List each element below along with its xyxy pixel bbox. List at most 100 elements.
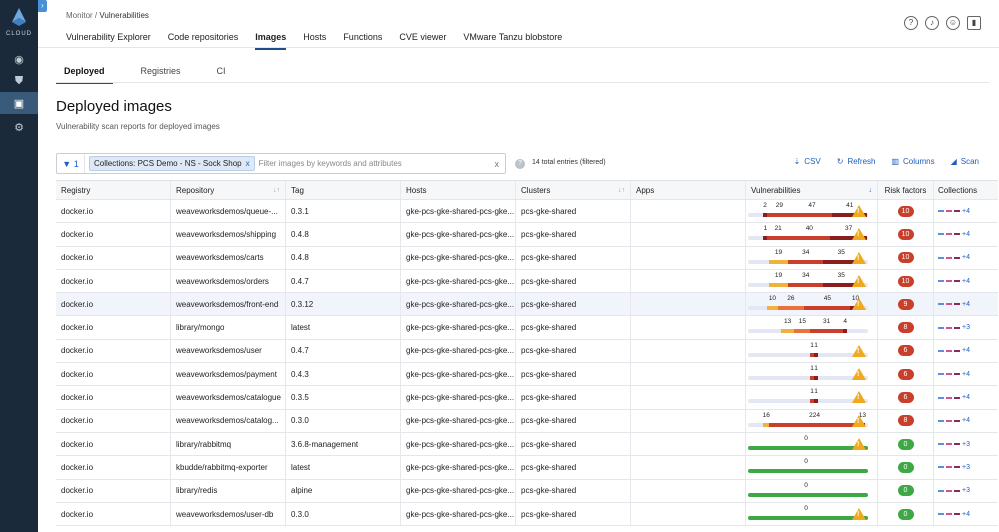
vulnerability-bar[interactable]: 11 (746, 363, 877, 385)
nav-radar[interactable]: ◉ (0, 48, 38, 70)
risk-badge[interactable]: 9 (897, 298, 914, 310)
collections-more[interactable]: +4 (962, 231, 970, 238)
risk-badge[interactable]: 0 (897, 508, 914, 520)
vulnerability-bar[interactable]: 10 26 45 10 (746, 293, 877, 315)
collections-indicator[interactable]: +3 (938, 441, 970, 448)
sort-icon[interactable]: ↓↑ (273, 187, 280, 194)
collections-more[interactable]: +3 (962, 487, 970, 494)
warning-icon[interactable] (852, 274, 866, 287)
columns-button[interactable]: ▥ Columns (891, 157, 934, 166)
table-row[interactable]: docker.io weaveworksdemos/orders 0.4.7 gke-… (56, 269, 998, 294)
help-icon[interactable]: ? (904, 16, 918, 30)
collections-indicator[interactable]: +4 (938, 254, 970, 261)
risk-badge[interactable]: 10 (897, 205, 914, 217)
risk-badge[interactable]: 0 (897, 461, 914, 473)
cell-repository[interactable]: weaveworksdemos/front-end (171, 293, 286, 316)
warning-icon[interactable] (852, 414, 866, 427)
bell-icon[interactable]: ♪ (925, 16, 939, 30)
logo[interactable]: CLOUD (0, 8, 38, 37)
vulnerability-bar[interactable]: 16 224 13 (746, 410, 877, 432)
breadcrumb-root[interactable]: Monitor (66, 11, 93, 20)
entries-help-icon[interactable]: ? (515, 159, 525, 169)
collections-more[interactable]: +4 (962, 208, 970, 215)
table-row[interactable]: docker.io weaveworksdemos/shipping 0.4.8 gk… (56, 223, 998, 247)
filter-chip-close-icon[interactable]: x (246, 159, 250, 168)
cell-repository[interactable]: weaveworksdemos/shipping (171, 223, 286, 246)
warning-icon[interactable] (852, 344, 866, 357)
cell-repository[interactable]: library/redis (171, 479, 286, 502)
col-repository[interactable]: Repository ↓↑ (171, 181, 286, 199)
vulnerability-bar[interactable]: 11 (746, 340, 877, 362)
warning-icon[interactable] (852, 205, 866, 217)
signal-icon[interactable]: ▮ (967, 16, 981, 30)
collections-more[interactable]: +3 (962, 441, 970, 448)
col-hosts[interactable]: Hosts (401, 181, 516, 199)
vulnerability-bar[interactable]: 11 (746, 386, 877, 408)
collections-more[interactable]: +4 (962, 254, 970, 261)
col-risk-factors[interactable]: Risk factors (878, 181, 934, 199)
collections-indicator[interactable]: +4 (938, 511, 970, 518)
risk-badge[interactable]: 10 (897, 275, 914, 287)
warning-icon[interactable] (852, 507, 866, 520)
filter-chip[interactable]: Collections: PCS Demo - NS - Sock Shop x (89, 156, 255, 171)
collections-more[interactable]: +4 (962, 301, 970, 308)
cell-repository[interactable]: weaveworksdemos/payment (171, 363, 286, 386)
table-row[interactable]: docker.io kbudde/rabbitmq-exporter latest g… (56, 456, 998, 480)
user-icon[interactable]: ☺ (946, 16, 960, 30)
filter-input[interactable]: Filter images by keywords and attributes (259, 159, 495, 168)
cell-repository[interactable]: weaveworksdemos/queue-... (171, 200, 286, 223)
vulnerability-bar[interactable]: 19 34 35 (746, 270, 877, 292)
collections-indicator[interactable]: +3 (938, 487, 970, 494)
collections-indicator[interactable]: +4 (938, 278, 970, 285)
sort-desc-icon[interactable]: ↓ (869, 187, 873, 194)
cell-repository[interactable]: weaveworksdemos/orders (171, 269, 286, 293)
table-row[interactable]: docker.io weaveworksdemos/catalogue 0.3.5 g… (56, 386, 998, 410)
risk-badge[interactable]: 0 (897, 485, 914, 497)
col-apps[interactable]: Apps (631, 181, 746, 199)
refresh-button[interactable]: ↻ Refresh (837, 157, 876, 166)
cell-repository[interactable]: kbudde/rabbitmq-exporter (171, 456, 286, 479)
warning-icon[interactable] (852, 251, 866, 264)
collections-more[interactable]: +4 (962, 417, 970, 424)
warning-icon[interactable] (852, 228, 866, 241)
vulnerability-bar[interactable]: 0 (746, 456, 877, 478)
warning-icon[interactable] (852, 391, 866, 404)
cell-repository[interactable]: library/rabbitmq (171, 432, 286, 456)
cell-repository[interactable]: weaveworksdemos/catalog... (171, 409, 286, 432)
table-row[interactable]: docker.io weaveworksdemos/user-db 0.3.0 gke… (56, 502, 998, 527)
vulnerability-bar[interactable]: 0 (746, 480, 877, 502)
table-row[interactable]: docker.io weaveworksdemos/front-end 0.3.12… (56, 293, 998, 317)
risk-badge[interactable]: 8 (897, 415, 914, 427)
risk-badge[interactable]: 10 (897, 252, 914, 264)
table-row[interactable]: docker.io weaveworksdemos/queue-... 0.3.1 g… (56, 200, 998, 224)
nav-monitor[interactable]: ▣ (0, 92, 38, 114)
vulnerability-bar[interactable]: 0 (746, 433, 877, 455)
risk-badge[interactable]: 6 (897, 345, 914, 357)
warning-icon[interactable] (852, 437, 866, 450)
filter-button[interactable]: ▼ 1 (57, 154, 85, 173)
cell-repository[interactable]: weaveworksdemos/user-db (171, 502, 286, 526)
collections-more[interactable]: +3 (962, 324, 970, 331)
vulnerability-bar[interactable]: 13 15 31 4 (746, 316, 877, 338)
table-row[interactable]: docker.io weaveworksdemos/carts 0.4.8 gke-p… (56, 246, 998, 270)
vulnerability-bar[interactable]: 19 34 35 (746, 247, 877, 269)
risk-badge[interactable]: 6 (897, 368, 914, 380)
collections-indicator[interactable]: +4 (938, 208, 970, 215)
collections-indicator[interactable]: +4 (938, 347, 970, 354)
collections-more[interactable]: +4 (962, 511, 970, 518)
cell-repository[interactable]: weaveworksdemos/catalogue (171, 386, 286, 409)
collections-indicator[interactable]: +3 (938, 324, 970, 331)
warning-icon[interactable] (852, 298, 866, 311)
vulnerability-bar[interactable]: 2 29 47 41 (746, 200, 877, 222)
collections-more[interactable]: +4 (962, 394, 970, 401)
table-row[interactable]: docker.io library/rabbitmq 3.6.8-managemen… (56, 432, 998, 457)
vulnerability-bar[interactable]: 1 21 40 37 (746, 223, 877, 245)
col-collections[interactable]: Collections (934, 181, 998, 199)
risk-badge[interactable]: 0 (897, 438, 914, 450)
nav-manage[interactable]: ⚙ (0, 116, 38, 138)
collections-more[interactable]: +4 (962, 278, 970, 285)
collections-indicator[interactable]: +4 (938, 301, 970, 308)
collections-indicator[interactable]: +4 (938, 417, 970, 424)
collections-more[interactable]: +4 (962, 347, 970, 354)
cell-repository[interactable]: library/mongo (171, 316, 286, 339)
